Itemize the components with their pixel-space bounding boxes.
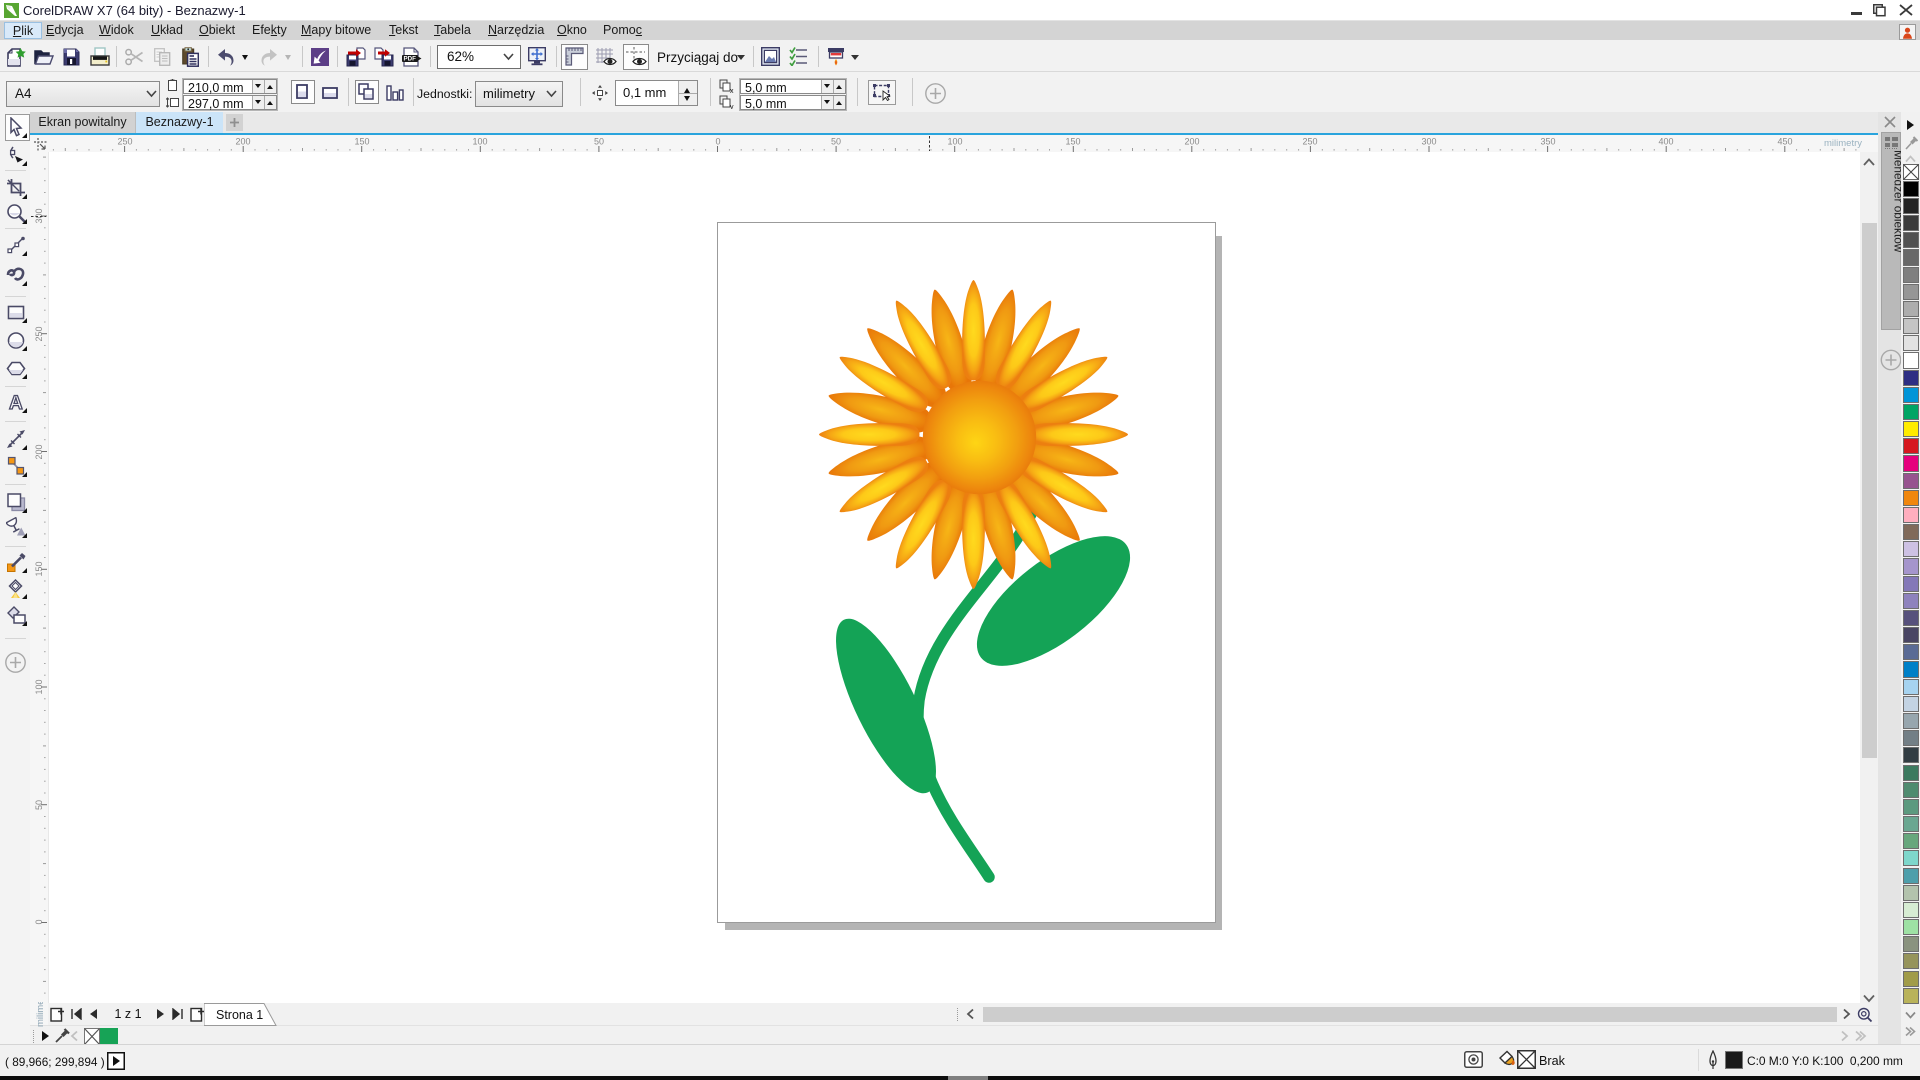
- svg-text:100: 100: [947, 137, 962, 147]
- svg-text:0: 0: [715, 137, 720, 147]
- svg-text:50: 50: [831, 137, 841, 147]
- svg-text:400: 400: [1658, 137, 1673, 147]
- svg-text:x: x: [730, 88, 734, 93]
- svg-text:milimetry: milimetry: [35, 1002, 46, 1027]
- svg-text:PDF: PDF: [404, 56, 417, 63]
- svg-text:50: 50: [594, 137, 604, 147]
- svg-text:250: 250: [117, 137, 132, 147]
- svg-text:200: 200: [235, 137, 250, 147]
- svg-text:100: 100: [34, 679, 44, 694]
- svg-text:250: 250: [34, 326, 44, 341]
- svg-text:150: 150: [354, 137, 369, 147]
- svg-text:350: 350: [1540, 137, 1555, 147]
- svg-text:A: A: [9, 393, 23, 414]
- svg-text:150: 150: [1065, 137, 1080, 147]
- svg-text:150: 150: [34, 561, 44, 576]
- svg-text:Strona 1: Strona 1: [216, 1008, 263, 1022]
- svg-text:100: 100: [472, 137, 487, 147]
- svg-text:0: 0: [34, 919, 44, 924]
- svg-text:200: 200: [34, 444, 44, 459]
- svg-text:450: 450: [1777, 137, 1792, 147]
- svg-text:y: y: [730, 104, 734, 109]
- svg-text:300: 300: [1421, 137, 1436, 147]
- svg-text:50: 50: [34, 800, 44, 810]
- svg-text:250: 250: [1302, 137, 1317, 147]
- svg-text:200: 200: [1184, 137, 1199, 147]
